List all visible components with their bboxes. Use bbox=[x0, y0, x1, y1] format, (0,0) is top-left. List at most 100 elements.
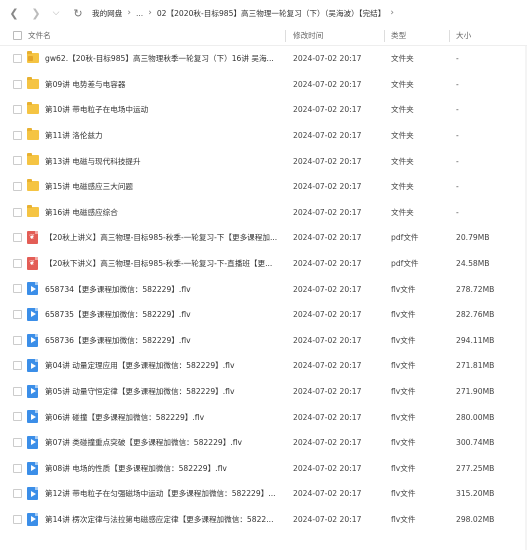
file-row[interactable]: 第12讲 带电粒子在匀强磁场中运动【更多课程加微信：582229】... 2024… bbox=[0, 481, 527, 507]
file-size: 271.90MB bbox=[456, 387, 495, 397]
file-row[interactable]: 第07讲 类碰撞重点突破【更多课程加微信：582229】.flv 2024-07-… bbox=[0, 430, 527, 456]
file-row[interactable]: 第09讲 电势差与电容器 2024-07-02 20:17 文件夹 - bbox=[0, 72, 527, 98]
modified-time: 2024-07-02 20:17 bbox=[293, 131, 362, 141]
file-name[interactable]: 第13讲 电磁与现代科技提升 bbox=[45, 156, 285, 167]
breadcrumb-ellipsis[interactable]: ... bbox=[136, 9, 143, 18]
row-checkbox[interactable] bbox=[13, 284, 22, 294]
row-checkbox[interactable] bbox=[13, 386, 22, 396]
file-row[interactable]: 658736【更多课程加微信：582229】.flv 2024-07-02 20:… bbox=[0, 328, 527, 354]
file-row[interactable]: 658735【更多课程加微信：582229】.flv 2024-07-02 20:… bbox=[0, 302, 527, 328]
file-type: flv文件 bbox=[391, 387, 416, 397]
modified-time: 2024-07-02 20:17 bbox=[293, 105, 362, 115]
file-row[interactable]: 第08讲 电场的性质【更多课程加微信：582229】.flv 2024-07-02… bbox=[0, 456, 527, 482]
file-list: gw62.【20秋-目标985】高三物理秋季一轮复习（下）16讲 吴海... 20… bbox=[0, 46, 527, 532]
row-checkbox[interactable] bbox=[13, 361, 22, 371]
forward-arrow-icon[interactable]: ❯ bbox=[28, 5, 44, 21]
file-name[interactable]: 第15讲 电磁感应三大问题 bbox=[45, 181, 285, 192]
modified-time: 2024-07-02 20:17 bbox=[293, 54, 362, 64]
modified-time: 2024-07-02 20:17 bbox=[293, 387, 362, 397]
file-name[interactable]: 第08讲 电场的性质【更多课程加微信：582229】.flv bbox=[45, 463, 285, 474]
file-row[interactable]: 第15讲 电磁感应三大问题 2024-07-02 20:17 文件夹 - bbox=[0, 174, 527, 200]
row-checkbox[interactable] bbox=[13, 79, 22, 89]
file-name[interactable]: gw62.【20秋-目标985】高三物理秋季一轮复习（下）16讲 吴海... bbox=[45, 53, 285, 64]
row-checkbox[interactable] bbox=[13, 233, 22, 243]
file-row[interactable]: 第11讲 洛伦兹力 2024-07-02 20:17 文件夹 - bbox=[0, 123, 527, 149]
row-checkbox[interactable] bbox=[13, 335, 22, 345]
file-name[interactable]: 第10讲 带电粒子在电场中运动 bbox=[45, 104, 285, 115]
file-name[interactable]: 第14讲 楞次定律与法拉第电磁感应定律【更多课程加微信：5822... bbox=[45, 514, 285, 525]
modified-time: 2024-07-02 20:17 bbox=[293, 259, 362, 269]
file-type: 文件夹 bbox=[391, 54, 414, 64]
file-name[interactable]: 第16讲 电磁感应综合 bbox=[45, 207, 285, 218]
back-arrow-icon[interactable]: ❮ bbox=[6, 5, 22, 21]
row-checkbox[interactable] bbox=[13, 463, 22, 473]
modified-time: 2024-07-02 20:17 bbox=[293, 489, 362, 499]
pdf-icon: ❦ bbox=[27, 256, 39, 270]
modified-time: 2024-07-02 20:17 bbox=[293, 412, 362, 422]
navigation-bar: ❮ ❯ ⌵ ↻ 我的网盘 › ... › 02【2020秋-目标985】高三物理… bbox=[0, 0, 527, 26]
history-dropdown-icon[interactable]: ⌵ bbox=[48, 5, 64, 21]
file-row[interactable]: 第13讲 电磁与现代科技提升 2024-07-02 20:17 文件夹 - bbox=[0, 148, 527, 174]
file-row[interactable]: 第06讲 碰撞【更多课程加微信：582229】.flv 2024-07-02 20… bbox=[0, 404, 527, 430]
file-name[interactable]: 第12讲 带电粒子在匀强磁场中运动【更多课程加微信：582229】... bbox=[45, 488, 285, 499]
row-checkbox[interactable] bbox=[13, 309, 22, 319]
row-checkbox[interactable] bbox=[13, 105, 22, 115]
file-row[interactable]: ❦ 【20秋上讲义】高三物理-目标985-秋季-一轮复习-下【更多课程加... 20… bbox=[0, 225, 527, 251]
column-header-modified[interactable]: 修改时间 bbox=[293, 30, 323, 41]
file-name[interactable]: 658736【更多课程加微信：582229】.flv bbox=[45, 335, 285, 346]
file-row[interactable]: 第14讲 楞次定律与法拉第电磁感应定律【更多课程加微信：5822... 2024-… bbox=[0, 507, 527, 533]
file-size: - bbox=[456, 105, 459, 115]
file-row[interactable]: 第10讲 带电粒子在电场中运动 2024-07-02 20:17 文件夹 - bbox=[0, 97, 527, 123]
row-checkbox[interactable] bbox=[13, 437, 22, 447]
file-type: flv文件 bbox=[391, 438, 416, 448]
row-checkbox[interactable] bbox=[13, 258, 22, 268]
row-checkbox[interactable] bbox=[13, 514, 22, 524]
video-icon bbox=[27, 359, 39, 373]
file-row[interactable]: ❦ 【20秋下讲义】高三物理-目标985-秋季-一轮复习-下-直播班【更... 20… bbox=[0, 251, 527, 277]
file-row[interactable]: 第04讲 动量定理应用【更多课程加微信：582229】.flv 2024-07-0… bbox=[0, 353, 527, 379]
column-divider[interactable] bbox=[449, 30, 450, 42]
file-name[interactable]: 658734【更多课程加微信：582229】.flv bbox=[45, 284, 285, 295]
breadcrumb-root[interactable]: 我的网盘 bbox=[92, 8, 122, 19]
column-header-name[interactable]: 文件名 bbox=[28, 30, 51, 41]
file-size: - bbox=[456, 131, 459, 141]
file-type: 文件夹 bbox=[391, 105, 414, 115]
folder-icon bbox=[27, 102, 39, 116]
row-checkbox[interactable] bbox=[13, 130, 22, 140]
file-name[interactable]: 第11讲 洛伦兹力 bbox=[45, 130, 285, 141]
file-size: - bbox=[456, 54, 459, 64]
modified-time: 2024-07-02 20:17 bbox=[293, 284, 362, 294]
file-name[interactable]: 658735【更多课程加微信：582229】.flv bbox=[45, 309, 285, 320]
file-size: - bbox=[456, 156, 459, 166]
file-name[interactable]: 第05讲 动量守恒定律【更多课程加微信：582229】.flv bbox=[45, 386, 285, 397]
row-checkbox[interactable] bbox=[13, 412, 22, 422]
file-name[interactable]: 【20秋下讲义】高三物理-目标985-秋季-一轮复习-下-直播班【更... bbox=[45, 258, 285, 269]
file-name[interactable]: 第04讲 动量定理应用【更多课程加微信：582229】.flv bbox=[45, 360, 285, 371]
column-divider[interactable] bbox=[285, 30, 286, 42]
row-checkbox[interactable] bbox=[13, 207, 22, 217]
folder-icon bbox=[27, 178, 39, 193]
breadcrumb-current[interactable]: 02【2020秋-目标985】高三物理一轮复习（下）（吴海波）【完结】 bbox=[157, 8, 385, 19]
row-checkbox[interactable] bbox=[13, 181, 22, 191]
file-name[interactable]: 第06讲 碰撞【更多课程加微信：582229】.flv bbox=[45, 412, 285, 423]
file-row[interactable]: 第05讲 动量守恒定律【更多课程加微信：582229】.flv 2024-07-0… bbox=[0, 379, 527, 405]
file-name[interactable]: 第09讲 电势差与电容器 bbox=[45, 79, 285, 90]
file-size: 315.20MB bbox=[456, 489, 495, 499]
file-row[interactable]: 658734【更多课程加微信：582229】.flv 2024-07-02 20:… bbox=[0, 276, 527, 302]
file-row[interactable]: gw62.【20秋-目标985】高三物理秋季一轮复习（下）16讲 吴海... 20… bbox=[0, 46, 527, 72]
column-header-type[interactable]: 类型 bbox=[391, 30, 406, 41]
file-row[interactable]: 第16讲 电磁感应综合 2024-07-02 20:17 文件夹 - bbox=[0, 200, 527, 226]
column-divider[interactable] bbox=[384, 30, 385, 42]
column-header-size[interactable]: 大小 bbox=[456, 30, 471, 41]
row-checkbox[interactable] bbox=[13, 156, 22, 166]
file-name[interactable]: 第07讲 类碰撞重点突破【更多课程加微信：582229】.flv bbox=[45, 437, 285, 448]
row-checkbox[interactable] bbox=[13, 489, 22, 499]
select-all-checkbox[interactable] bbox=[13, 31, 22, 40]
row-checkbox[interactable] bbox=[13, 54, 22, 63]
chevron-right-icon: › bbox=[127, 8, 131, 18]
file-type: flv文件 bbox=[391, 412, 416, 422]
file-size: 294.11MB bbox=[456, 335, 495, 345]
file-name[interactable]: 【20秋上讲义】高三物理-目标985-秋季-一轮复习-下【更多课程加... bbox=[45, 232, 285, 243]
refresh-icon[interactable]: ↻ bbox=[70, 5, 86, 21]
video-icon bbox=[27, 461, 39, 475]
